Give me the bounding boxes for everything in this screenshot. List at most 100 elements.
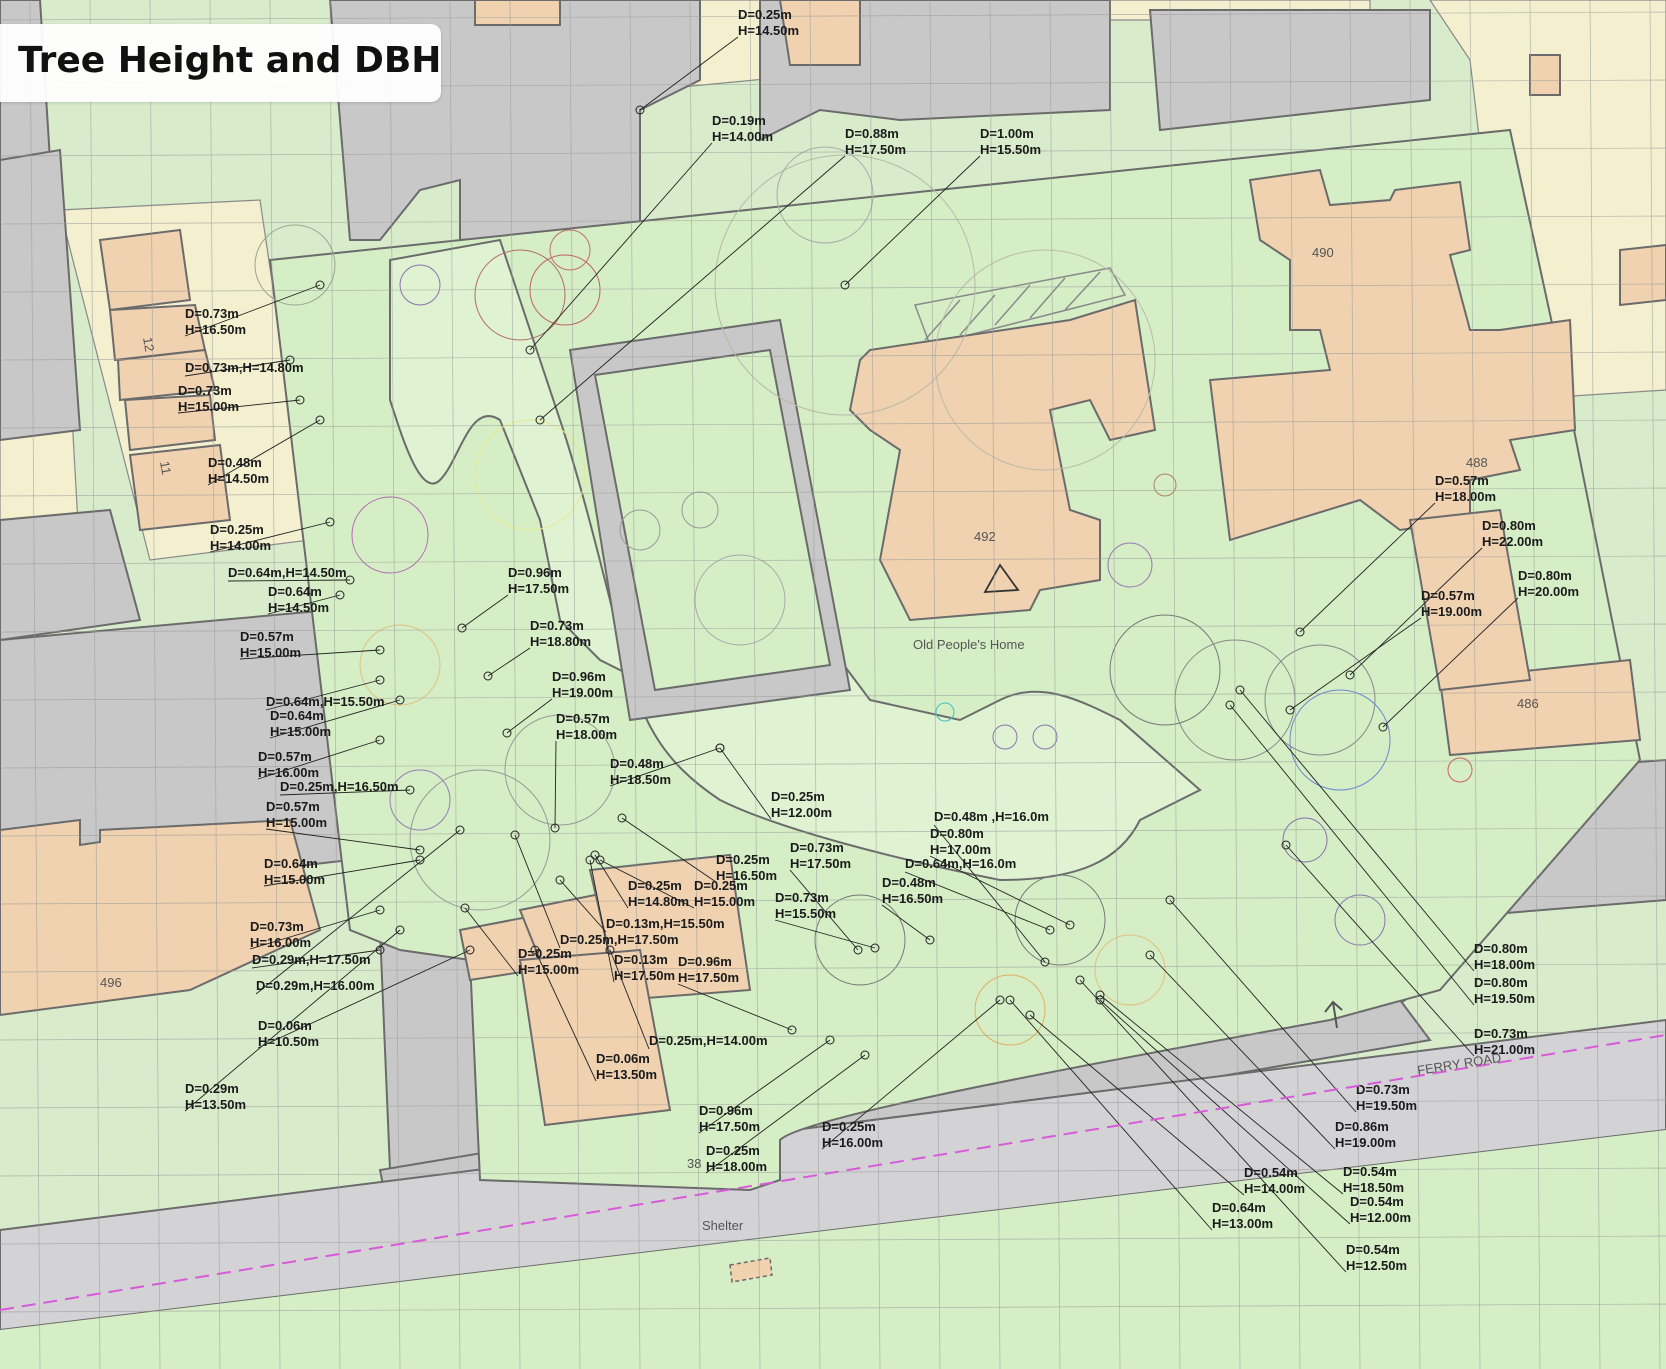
tree-label-diameter: D=0.73m [1474,1026,1528,1041]
tree-label-diameter: D=0.25m,H=17.50m [560,932,679,947]
tree-label: D=0.88m H=17.50m [845,126,906,157]
tree-label-diameter: D=0.64m [270,708,324,723]
tree-label-diameter: D=0.96m [678,954,732,969]
tree-label-diameter: D=0.54m [1346,1242,1400,1257]
tree-label: D=0.48m H=14.50m [208,455,269,486]
tree-label-height: H=16.00m [258,765,319,780]
tree-label-diameter: D=0.73m [775,890,829,905]
tree-label: D=0.80m H=20.00m [1518,568,1579,599]
tree-label-height: H=12.50m [1346,1258,1407,1273]
tree-label-height: H=17.00m [930,842,991,857]
tree-label-diameter: D=0.80m [1474,941,1528,956]
tree-label: D=0.96m H=17.50m [678,954,739,985]
tree-label-diameter: D=0.13m [614,952,668,967]
tree-label-height: H=18.00m [1474,957,1535,972]
tree-label-diameter: D=0.96m [508,565,562,580]
label-house-488: 488 [1466,455,1488,470]
tree-label-height: H=18.50m [1343,1180,1404,1195]
tree-label: D=0.48m H=18.50m [610,756,671,787]
tree-label: D=0.06m H=10.50m [258,1018,319,1049]
tree-label: D=0.73m H=15.00m [178,383,239,414]
tree-label-diameter: D=0.54m [1343,1164,1397,1179]
tree-label-height: H=22.00m [1482,534,1543,549]
tree-label-diameter: D=0.86m [1335,1119,1389,1134]
tree-label: D=0.48m ,H=16.0m [934,809,1049,824]
tree-label-height: H=17.50m [790,856,851,871]
tree-label: D=0.57m H=18.00m [1435,473,1496,504]
tree-label-height: H=17.50m [699,1119,760,1134]
tree-label-height: H=14.50m [268,600,329,615]
tree-label-height: H=18.00m [706,1159,767,1174]
tree-label-diameter: D=0.73m [250,919,304,934]
tree-label: D=0.64m H=15.00m [264,856,325,887]
tree-label-diameter: D=0.48m [610,756,664,771]
tree-label-height: H=16.00m [822,1135,883,1150]
tree-label-diameter: D=0.80m [930,826,984,841]
tree-label-diameter: D=0.06m [596,1051,650,1066]
tree-label: D=0.96m H=17.50m [699,1103,760,1134]
tree-label: D=0.13m,H=15.50m [606,916,725,931]
tree-label: D=0.25m H=14.50m [738,7,799,38]
tree-label-diameter: D=0.64m,H=15.50m [266,694,385,709]
tree-label-height: H=14.50m [738,23,799,38]
tree-label: D=0.25m,H=17.50m [560,932,679,947]
tree-label: D=0.64m,H=15.50m [266,694,385,709]
tree-label-diameter: D=0.73m [790,840,844,855]
tree-label-height: H=12.00m [1350,1210,1411,1225]
tree-label: D=0.25m H=14.00m [210,522,271,553]
tree-label-height: H=14.00m [712,129,773,144]
tree-label: D=0.73m H=16.00m [250,919,311,950]
tree-label: D=0.29m,H=16.00m [256,978,375,993]
tree-label-diameter: D=0.29m [185,1081,239,1096]
tree-label: D=0.73m H=16.50m [185,306,246,337]
tree-label: D=0.13m H=17.50m [614,952,675,983]
tree-label-diameter: D=0.25m [771,789,825,804]
tree-label-diameter: D=0.88m [845,126,899,141]
label-house-496: 496 [100,975,122,990]
label-house-38: 38 [687,1156,701,1171]
tree-label: D=0.64m H=14.50m [268,584,329,615]
tree-label-diameter: D=0.80m [1482,518,1536,533]
tree-label-height: H=12.00m [771,805,832,820]
label-house-11: 11 [157,460,174,476]
tree-label: D=0.57m H=15.00m [266,799,327,830]
tree-label-height: H=18.00m [556,727,617,742]
tree-label: D=0.25m H=15.00m [518,946,579,977]
site-map: D=0.25m H=14.50mD=0.19m H=14.00m D=0.88m H=1… [0,0,1666,1369]
tree-label: D=0.25m H=15.00m [694,878,755,909]
tree-label-diameter: D=0.57m [556,711,610,726]
tree-label-diameter: D=0.25m [628,878,682,893]
tree-label-diameter: D=0.57m [240,629,294,644]
tree-label-diameter: D=0.25m [518,946,572,961]
tree-label-diameter: D=0.64m [1212,1200,1266,1215]
tree-label-diameter: D=0.13m,H=15.50m [606,916,725,931]
tree-label-diameter: D=0.25m [210,522,264,537]
tree-label: D=0.54m H=18.50m [1343,1164,1404,1195]
tree-label-height: H=20.00m [1518,584,1579,599]
tree-label: D=0.06m H=13.50m [596,1051,657,1082]
tree-label-height: H=15.00m [270,724,331,739]
tree-label-diameter: D=0.29m,H=17.50m [252,952,371,967]
tree-label-height: H=15.00m [240,645,301,660]
tree-label-height: H=14.00m [1244,1181,1305,1196]
tree-label-height: H=17.50m [845,142,906,157]
tree-label-diameter: D=0.57m [258,749,312,764]
tree-label-diameter: D=0.73m,H=14.80m [185,360,304,375]
tree-label-diameter: D=0.64m,H=14.50m [228,565,347,580]
tree-label-diameter: D=0.57m [266,799,320,814]
tree-label-diameter: D=0.29m,H=16.00m [256,978,375,993]
tree-label-height: H=15.50m [980,142,1041,157]
tree-label: D=0.64m,H=14.50m [228,565,347,580]
tree-label: D=0.96m H=19.00m [552,669,613,700]
tree-label: D=0.25m,H=16.50m [280,779,399,794]
tree-label-height: H=18.00m [1435,489,1496,504]
label-house-492: 492 [974,529,996,544]
tree-label: D=0.86m H=19.00m [1335,1119,1396,1150]
tree-label-diameter: D=0.25m [738,7,792,22]
tree-label-height: H=15.00m [518,962,579,977]
tree-label: D=0.57m H=19.00m [1421,588,1482,619]
tree-label-height: H=18.80m [530,634,591,649]
tree-label: D=0.64m H=13.00m [1212,1200,1273,1231]
label-old-peoples-home: Old People's Home [913,637,1025,652]
tree-label-diameter: D=0.96m [552,669,606,684]
